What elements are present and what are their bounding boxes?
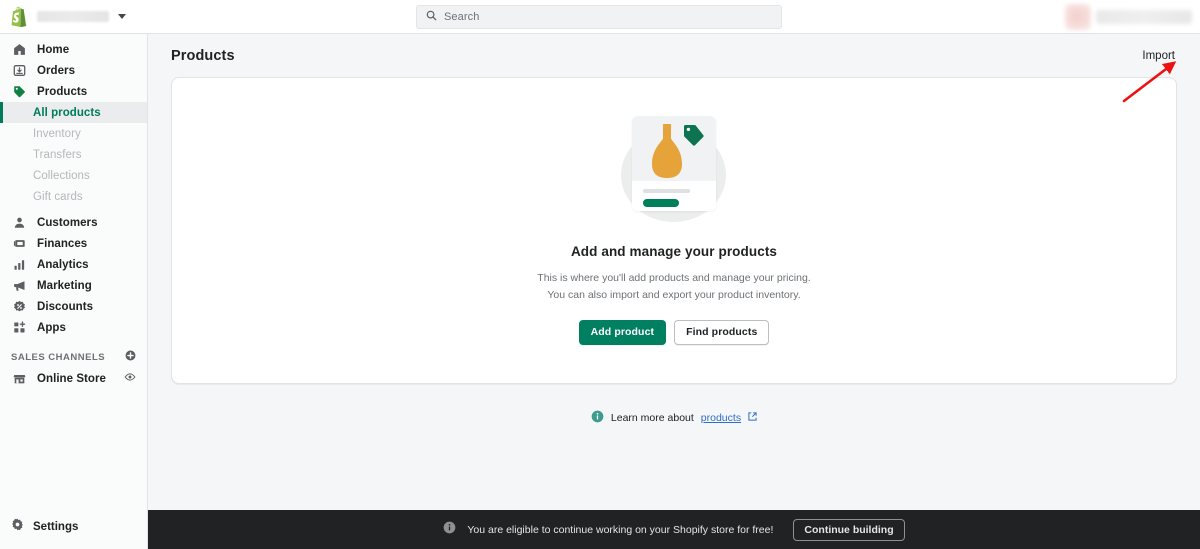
finances-icon bbox=[11, 237, 28, 250]
empty-state-card: Add and manage your products This is whe… bbox=[171, 77, 1177, 384]
import-button[interactable]: Import bbox=[1142, 50, 1176, 62]
external-link-icon bbox=[748, 412, 757, 424]
sidebar-item-finances[interactable]: Finances bbox=[0, 233, 147, 254]
megaphone-icon bbox=[11, 279, 28, 292]
sidebar-item-customers[interactable]: Customers bbox=[0, 212, 147, 233]
vase-icon bbox=[650, 122, 684, 185]
product-card-vase-illustration bbox=[609, 116, 739, 223]
sidebar-item-orders[interactable]: Orders bbox=[0, 60, 147, 81]
sidebar: Home Orders Products All products Invent… bbox=[0, 34, 148, 549]
free-trial-banner: You are eligible to continue working on … bbox=[148, 510, 1200, 549]
plus-circle-icon[interactable] bbox=[125, 348, 136, 366]
gear-icon bbox=[11, 518, 24, 536]
continue-building-button[interactable]: Continue building bbox=[793, 518, 905, 541]
main-content: Products Import Add and manage your prod… bbox=[148, 34, 1200, 549]
add-product-button[interactable]: Add product bbox=[578, 319, 667, 345]
shopify-admin-window: Search Home Orders Products All products… bbox=[0, 0, 1200, 549]
empty-state-title: Add and manage your products bbox=[570, 244, 778, 260]
page-header: Products Import bbox=[148, 34, 1200, 64]
search-area: Search bbox=[148, 4, 1050, 29]
info-circle-icon bbox=[443, 521, 456, 539]
price-tag-icon bbox=[683, 124, 707, 151]
sidebar-item-label: Products bbox=[37, 85, 88, 98]
account-menu[interactable] bbox=[1050, 3, 1200, 30]
sidebar-subitem-all-products[interactable]: All products bbox=[0, 102, 147, 123]
learn-more-prefix: Learn more about bbox=[610, 412, 694, 424]
sidebar-item-home[interactable]: Home bbox=[0, 39, 147, 60]
empty-state-actions: Add product Find products bbox=[578, 319, 770, 345]
empty-state-description: This is where you'll add products and ma… bbox=[537, 270, 810, 303]
banner-text: You are eligible to continue working on … bbox=[467, 523, 774, 536]
sidebar-item-label: Online Store bbox=[37, 372, 106, 385]
search-placeholder: Search bbox=[444, 10, 480, 23]
sidebar-item-marketing[interactable]: Marketing bbox=[0, 275, 147, 296]
sidebar-item-discounts[interactable]: Discounts bbox=[0, 296, 147, 317]
sidebar-item-online-store[interactable]: Online Store bbox=[0, 368, 147, 389]
learn-more-row: Learn more about products bbox=[148, 410, 1200, 426]
sidebar-item-label: Customers bbox=[37, 216, 98, 229]
sales-channels-title: SALES CHANNELS bbox=[11, 351, 106, 363]
sidebar-item-label: Orders bbox=[37, 64, 76, 77]
sidebar-item-label: Apps bbox=[37, 321, 66, 334]
sidebar-item-apps[interactable]: Apps bbox=[0, 317, 147, 338]
store-switcher[interactable] bbox=[0, 6, 148, 27]
sidebar-subitem-inventory[interactable]: Inventory bbox=[0, 123, 147, 144]
chevron-down-icon bbox=[118, 14, 126, 19]
eye-icon[interactable] bbox=[124, 370, 136, 388]
sidebar-subitem-label: Transfers bbox=[33, 148, 82, 161]
products-link[interactable]: products bbox=[701, 412, 741, 424]
sidebar-subitem-gift-cards[interactable]: Gift cards bbox=[0, 186, 147, 207]
storefront-icon bbox=[11, 372, 28, 385]
info-circle-icon bbox=[591, 410, 604, 426]
search-icon bbox=[426, 8, 437, 26]
sidebar-subitem-label: Collections bbox=[33, 169, 90, 182]
discount-tag-icon bbox=[11, 300, 28, 313]
find-products-button[interactable]: Find products bbox=[674, 319, 770, 345]
home-icon bbox=[11, 43, 28, 56]
empty-state-description-line2: You can also import and export your prod… bbox=[547, 288, 801, 301]
sales-channels-header: SALES CHANNELS bbox=[0, 346, 147, 368]
tag-icon bbox=[11, 85, 28, 98]
sidebar-subitem-transfers[interactable]: Transfers bbox=[0, 144, 147, 165]
empty-state-description-line1: This is where you'll add products and ma… bbox=[537, 272, 811, 285]
sidebar-item-label: Home bbox=[37, 43, 70, 56]
primary-nav: Home Orders Products All products Invent… bbox=[0, 34, 147, 389]
search-input[interactable]: Search bbox=[416, 4, 782, 29]
shopify-bag-icon bbox=[10, 6, 30, 27]
sidebar-item-label: Discounts bbox=[37, 300, 94, 313]
avatar bbox=[1065, 3, 1091, 30]
bar-chart-icon bbox=[11, 258, 28, 271]
sidebar-item-settings[interactable]: Settings bbox=[0, 516, 148, 537]
person-icon bbox=[11, 216, 28, 229]
sidebar-subitem-label: Inventory bbox=[33, 127, 81, 140]
sidebar-subitem-label: All products bbox=[33, 106, 101, 119]
sidebar-item-label: Settings bbox=[33, 520, 79, 533]
sidebar-item-label: Analytics bbox=[37, 258, 89, 271]
top-bar: Search bbox=[0, 0, 1200, 34]
sidebar-item-label: Finances bbox=[37, 237, 88, 250]
sidebar-subitem-collections[interactable]: Collections bbox=[0, 165, 147, 186]
store-name-redacted bbox=[37, 11, 109, 22]
account-name-redacted bbox=[1096, 9, 1192, 24]
sidebar-item-label: Marketing bbox=[37, 279, 92, 292]
sidebar-subitem-label: Gift cards bbox=[33, 190, 83, 203]
orders-inbox-icon bbox=[11, 64, 28, 77]
sidebar-item-analytics[interactable]: Analytics bbox=[0, 254, 147, 275]
sidebar-item-products[interactable]: Products bbox=[0, 81, 147, 102]
page-title: Products bbox=[171, 48, 235, 64]
apps-grid-icon bbox=[11, 321, 28, 334]
